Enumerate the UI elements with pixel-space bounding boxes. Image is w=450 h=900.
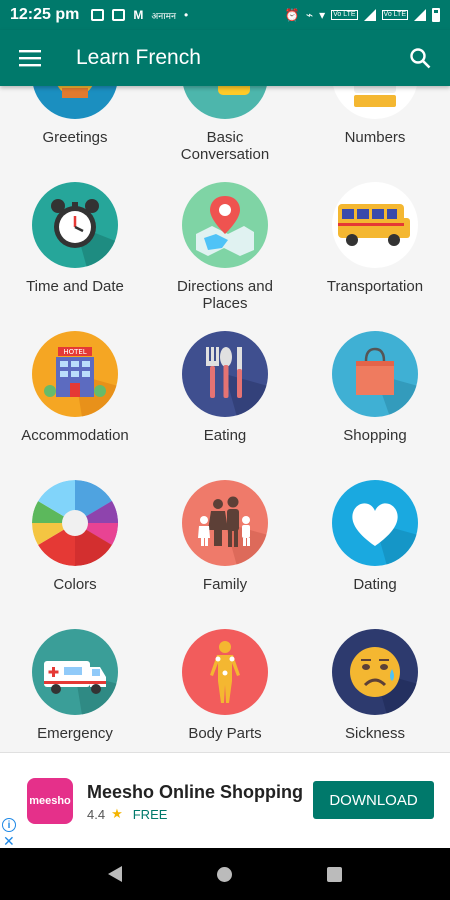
category-label: Sickness (344, 725, 406, 742)
recent-apps-icon[interactable] (327, 866, 343, 882)
family-icon (182, 480, 268, 566)
star-icon: ★ (111, 806, 123, 821)
more-dot-icon: • (183, 8, 189, 22)
system-nav-bar (0, 848, 450, 900)
conversation-icon (182, 86, 268, 119)
category-label: Directions and Places (177, 278, 273, 312)
human-body-icon (182, 629, 268, 715)
category-accommodation[interactable]: HOTEL Accommodation (0, 316, 150, 465)
category-time-and-date[interactable]: Time and Date (0, 167, 150, 316)
lte-badge-2: Vo LTE (381, 10, 408, 20)
category-label: Emergency (37, 725, 113, 742)
category-label: Basic Conversation (180, 129, 270, 163)
category-greetings[interactable]: Greetings (0, 86, 150, 167)
ad-banner[interactable]: meesho Meesho Online Shopping 4.4 ★ FREE… (0, 752, 450, 849)
signal-icon-2 (414, 9, 426, 21)
back-icon[interactable] (107, 866, 122, 882)
cutlery-icon (182, 331, 268, 417)
category-sickness[interactable]: Sickness (300, 614, 450, 752)
alarm-clock-icon (32, 182, 118, 268)
category-grid: Greetings Basic Conversation Numbers Tim… (0, 86, 450, 752)
category-label: Time and Date (26, 278, 124, 295)
category-label: Family (202, 576, 248, 593)
svg-text:HOTEL: HOTEL (63, 348, 86, 356)
category-directions-and-places[interactable]: Directions and Places (150, 167, 300, 316)
status-bar: 12:25 pm M अनामन • ⏰ ⌁ ▾ Vo LTE Vo LTE (0, 0, 450, 30)
category-colors[interactable]: Colors (0, 465, 150, 614)
category-label: Body Parts (188, 725, 262, 742)
school-bus-icon (332, 182, 418, 268)
heart-icon (332, 480, 418, 566)
alarm-icon: ⏰ (284, 8, 300, 22)
numbers-icon (332, 86, 418, 119)
category-body-parts[interactable]: Body Parts (150, 614, 300, 752)
category-basic-conversation[interactable]: Basic Conversation (150, 86, 300, 167)
carrier-label: अनामन (151, 10, 176, 21)
home-icon[interactable] (216, 866, 232, 882)
status-time: 12:25 pm (10, 6, 80, 23)
category-emergency[interactable]: Emergency (0, 614, 150, 752)
category-label: Numbers (344, 129, 406, 146)
wifi-icon: ▾ (319, 8, 326, 22)
vibrate-icon: ⌁ (305, 8, 314, 22)
hamburger-menu-icon[interactable] (16, 44, 44, 72)
ad-title[interactable]: Meesho Online Shopping (87, 782, 303, 803)
category-dating[interactable]: Dating (300, 465, 450, 614)
ad-download-button[interactable]: DOWNLOAD (313, 781, 434, 819)
category-transportation[interactable]: Transportation (300, 167, 450, 316)
system-icons: ⏰ ⌁ ▾ Vo LTE Vo LTE (285, 8, 440, 22)
ad-price: FREE (132, 806, 168, 822)
category-family[interactable]: Family (150, 465, 300, 614)
app-notification-icon (112, 9, 126, 21)
app-bar: Learn French (0, 30, 450, 86)
search-icon[interactable] (406, 44, 434, 72)
hotel-icon: HOTEL (32, 331, 118, 417)
category-label: Greetings (42, 129, 108, 146)
category-eating[interactable]: Eating (150, 316, 300, 465)
app-title: Learn French (76, 46, 201, 69)
greetings-icon (32, 86, 118, 119)
category-label: Transportation (326, 278, 424, 295)
category-shopping[interactable]: Shopping (300, 316, 450, 465)
ambulance-icon (32, 629, 118, 715)
shopping-bag-icon (332, 331, 418, 417)
sick-face-icon (332, 629, 418, 715)
ad-app-logo[interactable]: meesho (27, 778, 73, 824)
signal-icon-1 (363, 9, 376, 21)
category-grid-container[interactable]: Greetings Basic Conversation Numbers Tim… (0, 86, 450, 752)
category-numbers[interactable]: Numbers (300, 86, 450, 167)
ad-rating-value: 4.4 (87, 806, 106, 822)
ad-rating-row: 4.4 ★ FREE (87, 806, 167, 822)
map-pin-icon (182, 182, 268, 268)
notification-icons: M अनामन • (91, 8, 188, 22)
category-label: Accommodation (21, 427, 129, 444)
category-label: Shopping (343, 427, 407, 444)
category-label: Colors (53, 576, 97, 593)
category-label: Eating (203, 427, 247, 444)
category-label: Dating (353, 576, 397, 593)
ad-info-icon[interactable]: i (2, 818, 16, 832)
battery-icon (432, 8, 440, 22)
lte-badge-1: Vo LTE (331, 10, 358, 20)
color-wheel-icon (32, 480, 118, 566)
gmail-icon: M (133, 8, 144, 22)
gallery-icon (91, 9, 105, 21)
